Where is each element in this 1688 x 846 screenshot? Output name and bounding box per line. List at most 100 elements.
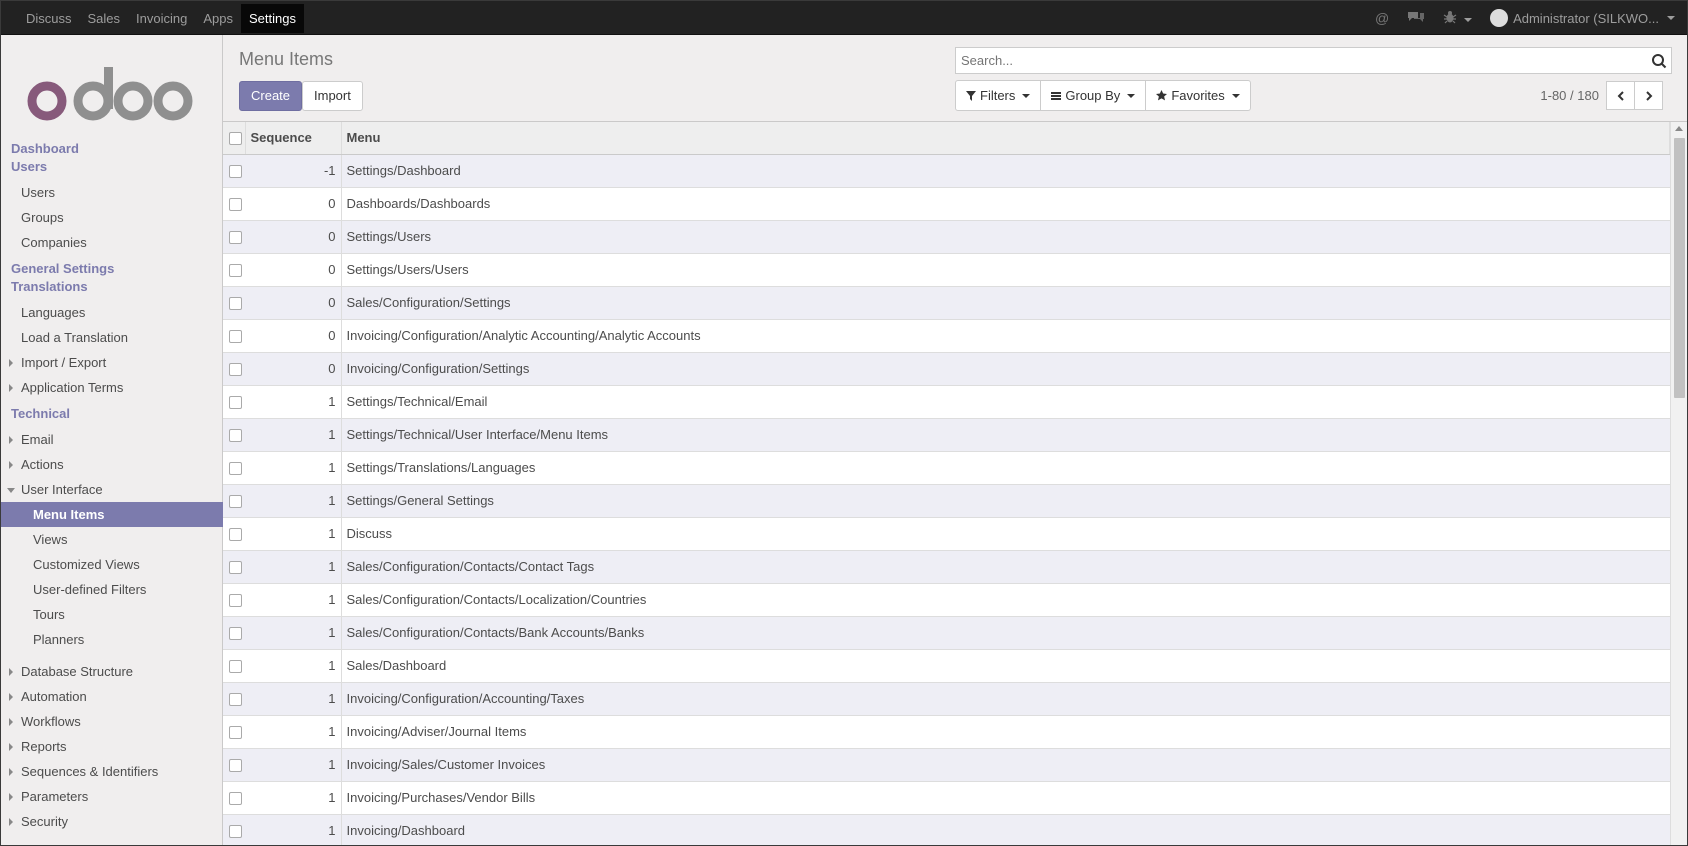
row-checkbox[interactable] — [229, 792, 242, 806]
table-row[interactable]: 1 Sales/Dashboard — [223, 649, 1670, 683]
table-row[interactable]: 1 Invoicing/Adviser/Journal Items — [223, 715, 1670, 749]
sidebar-item-application-terms[interactable]: Application Terms — [1, 375, 223, 400]
sidebar-section-dashboard[interactable]: Dashboard — [1, 140, 223, 158]
group-by-button[interactable]: Group By — [1040, 80, 1147, 111]
import-button[interactable]: Import — [302, 81, 363, 111]
chevron-down-icon — [1667, 16, 1675, 20]
row-checkbox[interactable] — [229, 330, 242, 344]
list-scrollbar[interactable] — [1670, 122, 1687, 845]
row-checkbox[interactable] — [229, 429, 242, 443]
sidebar-item-automation[interactable]: Automation — [1, 684, 223, 709]
sidebar-item-load-translation[interactable]: Load a Translation — [1, 325, 223, 350]
table-row[interactable]: -1 Settings/Dashboard — [223, 154, 1670, 188]
table-row[interactable]: 1 Settings/Technical/User Interface/Menu … — [223, 418, 1670, 452]
sidebar-item-user-defined-filters[interactable]: User-defined Filters — [1, 577, 223, 602]
sidebar-item-views[interactable]: Views — [1, 527, 223, 552]
row-checkbox[interactable] — [229, 561, 242, 575]
sidebar-item-workflows[interactable]: Workflows — [1, 709, 223, 734]
row-checkbox[interactable] — [229, 396, 242, 410]
row-checkbox[interactable] — [229, 297, 242, 311]
filters-button[interactable]: Filters — [955, 80, 1042, 111]
table-row[interactable]: 1 Invoicing/Sales/Customer Invoices — [223, 748, 1670, 782]
table-row[interactable]: 0 Settings/Users — [223, 220, 1670, 254]
app-apps[interactable]: Apps — [195, 4, 241, 33]
app-settings[interactable]: Settings — [241, 3, 304, 33]
sequence-cell: 1 — [245, 781, 342, 815]
row-checkbox[interactable] — [229, 693, 242, 707]
create-button[interactable]: Create — [239, 81, 303, 111]
row-checkbox[interactable] — [229, 759, 242, 773]
table-row[interactable]: 1 Settings/General Settings — [223, 484, 1670, 518]
app-invoicing[interactable]: Invoicing — [128, 4, 195, 33]
sidebar-section-translations[interactable]: Translations — [1, 278, 223, 296]
sidebar-item-security[interactable]: Security — [1, 809, 223, 834]
sidebar-section-technical[interactable]: Technical — [1, 405, 223, 423]
table-row[interactable]: 1 Sales/Configuration/Contacts/Contact Ta… — [223, 550, 1670, 584]
sidebar-item-menu-items[interactable]: Menu Items — [1, 502, 223, 527]
app-sales[interactable]: Sales — [80, 4, 129, 33]
sidebar-item-planners[interactable]: Planners — [1, 627, 223, 652]
sidebar-section-general-settings[interactable]: General Settings — [1, 260, 223, 278]
scrollbar-thumb[interactable] — [1674, 138, 1685, 398]
page-title: Menu Items — [239, 49, 334, 69]
table-row[interactable]: 0 Sales/Configuration/Settings — [223, 286, 1670, 320]
sidebar-item-groups[interactable]: Groups — [1, 205, 223, 230]
sidebar-item-parameters[interactable]: Parameters — [1, 784, 223, 809]
table-row[interactable]: 0 Settings/Users/Users — [223, 253, 1670, 287]
sidebar-item-sequences[interactable]: Sequences & Identifiers — [1, 759, 223, 784]
sidebar-item-email[interactable]: Email — [1, 427, 223, 452]
table-row[interactable]: 1 Invoicing/Purchases/Vendor Bills — [223, 781, 1670, 815]
sidebar-item-actions[interactable]: Actions — [1, 452, 223, 477]
search-icon[interactable] — [1651, 53, 1667, 69]
row-checkbox[interactable] — [229, 165, 242, 179]
row-checkbox[interactable] — [229, 660, 242, 674]
select-all-checkbox[interactable] — [229, 132, 242, 146]
sidebar-item-user-interface[interactable]: User Interface — [1, 477, 223, 502]
row-checkbox[interactable] — [229, 594, 242, 608]
table-row[interactable]: 1 Sales/Configuration/Contacts/Bank Accou… — [223, 616, 1670, 650]
sidebar-item-tours[interactable]: Tours — [1, 602, 223, 627]
row-checkbox[interactable] — [229, 264, 242, 278]
sidebar-item-users[interactable]: Users — [1, 180, 223, 205]
row-checkbox[interactable] — [229, 495, 242, 509]
search-input[interactable] — [956, 48, 1616, 73]
table-row[interactable]: 0 Invoicing/Configuration/Analytic Accoun… — [223, 319, 1670, 353]
table-row[interactable]: 1 Invoicing/Configuration/Accounting/Taxe… — [223, 682, 1670, 716]
caret-right-icon — [9, 743, 13, 751]
sidebar-item-companies[interactable]: Companies — [1, 230, 223, 255]
pager-value[interactable]: 1-80 / 180 — [1540, 88, 1599, 103]
debug-bug-icon[interactable] — [1443, 10, 1473, 27]
pager-next-button[interactable] — [1634, 81, 1663, 110]
table-row[interactable]: 1 Settings/Technical/Email — [223, 385, 1670, 419]
column-header-sequence[interactable]: Sequence — [245, 122, 342, 155]
sidebar-item-import-export[interactable]: Import / Export — [1, 350, 223, 375]
row-checkbox[interactable] — [229, 198, 242, 212]
sidebar-section-users[interactable]: Users — [1, 158, 223, 176]
sidebar-item-reports[interactable]: Reports — [1, 734, 223, 759]
table-row[interactable]: 1 Discuss — [223, 517, 1670, 551]
table-row[interactable]: 1 Sales/Configuration/Contacts/Localizati… — [223, 583, 1670, 617]
table-row[interactable]: 0 Invoicing/Configuration/Settings — [223, 352, 1670, 386]
favorites-button[interactable]: Favorites — [1145, 80, 1251, 111]
table-row[interactable]: 1 Settings/Translations/Languages — [223, 451, 1670, 485]
chat-icon[interactable] — [1407, 10, 1425, 27]
row-checkbox[interactable] — [229, 627, 242, 641]
row-checkbox[interactable] — [229, 231, 242, 245]
sidebar-item-languages[interactable]: Languages — [1, 300, 223, 325]
sequence-cell: 1 — [245, 715, 342, 749]
app-discuss[interactable]: Discuss — [18, 4, 80, 33]
table-row[interactable]: 0 Dashboards/Dashboards — [223, 187, 1670, 221]
row-checkbox[interactable] — [229, 825, 242, 839]
sidebar-item-customized-views[interactable]: Customized Views — [1, 552, 223, 577]
mention-icon[interactable]: @ — [1375, 10, 1389, 26]
row-checkbox[interactable] — [229, 462, 242, 476]
scroll-up-icon[interactable] — [1675, 126, 1683, 131]
row-checkbox[interactable] — [229, 726, 242, 740]
column-header-menu[interactable]: Menu — [341, 122, 1670, 155]
pager-previous-button[interactable] — [1606, 81, 1635, 110]
row-checkbox[interactable] — [229, 528, 242, 542]
table-row[interactable]: 1 Invoicing/Dashboard — [223, 814, 1670, 845]
sidebar-item-database-structure[interactable]: Database Structure — [1, 659, 223, 684]
row-checkbox[interactable] — [229, 363, 242, 377]
user-menu[interactable]: Administrator (SILKWO... — [1490, 9, 1675, 27]
